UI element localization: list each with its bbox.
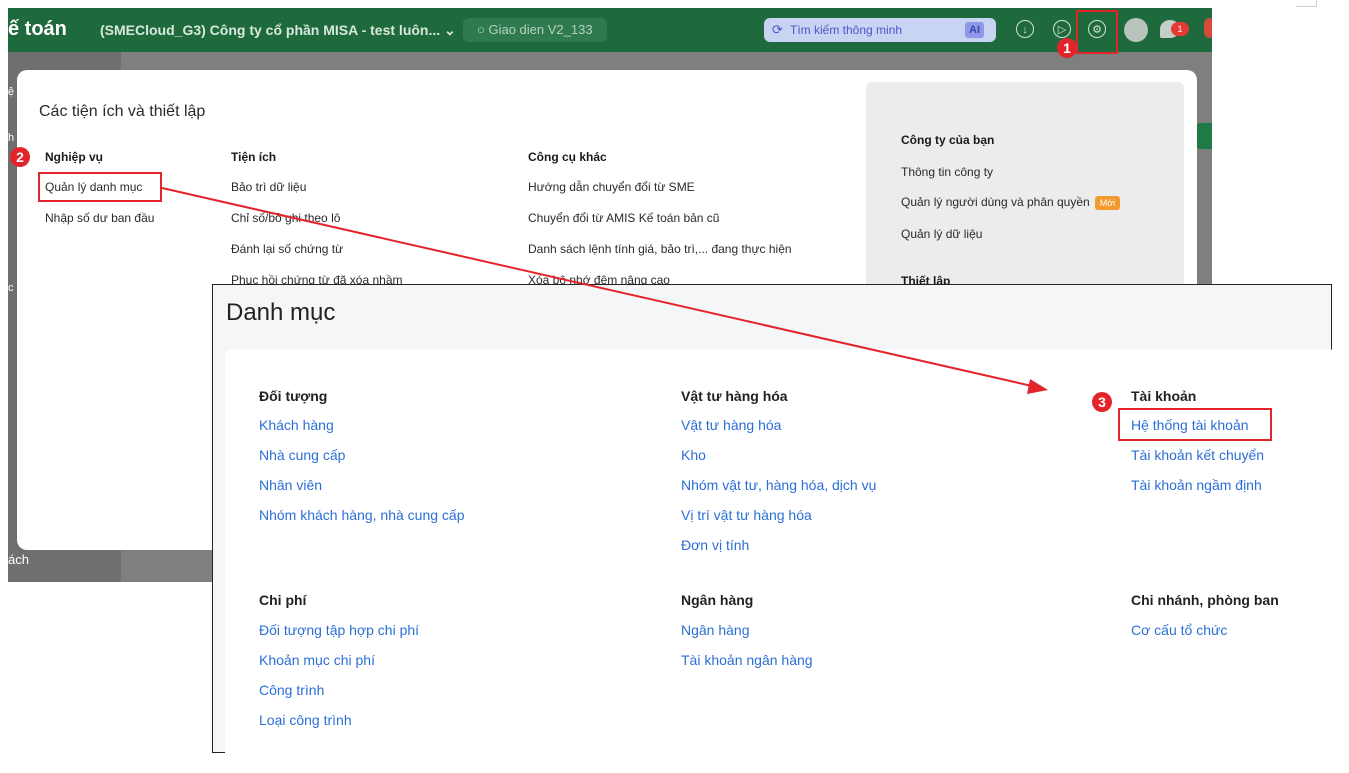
danh-muc-title: Danh mục: [226, 299, 336, 326]
gear-highlight-box: [1076, 10, 1118, 54]
new-badge: Mới: [1094, 195, 1121, 210]
sidebar-fragment: ệ: [8, 86, 15, 98]
modal-title: Các tiện ích và thiết lập: [39, 103, 206, 120]
kho-link[interactable]: Kho: [681, 447, 706, 463]
nghiep-vu-heading: Nghiệp vụ: [45, 150, 104, 164]
smart-search-box[interactable]: ⟳ Tìm kiếm thông minh AI: [764, 18, 996, 42]
download-icon[interactable]: ↓: [1016, 20, 1034, 38]
nhan-vien-link[interactable]: Nhân viên: [259, 477, 322, 493]
nhom-khach-hang-link[interactable]: Nhóm khách hàng, nhà cung cấp: [259, 507, 464, 523]
quan-ly-danh-muc-highlight-box: [38, 172, 162, 202]
thong-tin-cong-ty-link[interactable]: Thông tin công ty: [901, 165, 993, 179]
nha-cung-cap-link[interactable]: Nhà cung cấp: [259, 447, 345, 463]
green-action-button[interactable]: [1196, 123, 1212, 149]
vat-tu-hang-hoa-heading: Vật tư hàng hóa: [681, 388, 788, 404]
sidebar-fragment: ách: [8, 552, 29, 567]
sidebar-fragment: h: [8, 132, 15, 144]
avatar[interactable]: [1124, 18, 1148, 42]
search-placeholder: Tìm kiếm thông minh: [790, 23, 903, 37]
nhap-so-du-link[interactable]: Nhập số dư ban đầu: [45, 211, 154, 225]
bao-tri-du-lieu-link[interactable]: Bảo trì dữ liệu: [231, 180, 306, 194]
ngan-hang-heading: Ngân hàng: [681, 592, 754, 608]
co-cau-to-chuc-link[interactable]: Cơ cấu tổ chức: [1131, 622, 1227, 638]
bell-icon[interactable]: [1204, 18, 1212, 38]
chi-so-bo-ghi-link[interactable]: Chỉ số/bỏ ghi theo lô: [231, 211, 340, 225]
khach-hang-link[interactable]: Khách hàng: [259, 417, 334, 433]
tien-ich-heading: Tiện ích: [231, 150, 277, 164]
app-brand: ế toán: [8, 18, 67, 40]
doi-tuong-tap-hop-chi-phi-link[interactable]: Đối tượng tập hợp chi phí: [259, 622, 419, 638]
huong-dan-chuyen-doi-link[interactable]: Hướng dẫn chuyển đổi từ SME: [528, 180, 695, 194]
vat-tu-hang-hoa-link[interactable]: Vật tư hàng hóa: [681, 417, 781, 433]
nhom-vat-tu-link[interactable]: Nhóm vật tư, hàng hóa, dịch vụ: [681, 477, 876, 493]
chi-nhanh-phong-ban-heading: Chi nhánh, phòng ban: [1131, 592, 1279, 608]
quan-ly-du-lieu-link[interactable]: Quản lý dữ liệu: [901, 227, 982, 241]
tai-khoan-heading: Tài khoản: [1131, 388, 1197, 404]
ui-version-pill[interactable]: ○ Giao dien V2_133: [463, 18, 607, 42]
tai-khoan-ngam-dinh-link[interactable]: Tài khoản ngầm định: [1131, 477, 1262, 493]
danh-muc-panel: Danh mục Đối tượng Khách hàng Nhà cung c…: [212, 284, 1335, 759]
danh-sach-lenh-link[interactable]: Danh sách lệnh tính giá, bảo trì,... đan…: [528, 242, 792, 256]
don-vi-tinh-link[interactable]: Đơn vị tính: [681, 537, 749, 553]
he-thong-tai-khoan-highlight-box: [1118, 408, 1272, 441]
ai-badge[interactable]: AI: [965, 22, 984, 38]
page-corner-mark: [1296, 0, 1317, 7]
chi-phi-heading: Chi phí: [259, 592, 307, 608]
cong-trinh-link[interactable]: Công trình: [259, 682, 324, 698]
notification-count-badge: 1: [1171, 22, 1189, 36]
loai-cong-trinh-link[interactable]: Loại công trình: [259, 712, 352, 728]
vi-tri-vat-tu-link[interactable]: Vị trí vật tư hàng hóa: [681, 507, 812, 523]
step-3-marker: 3: [1092, 392, 1112, 412]
company-selector[interactable]: (SMECloud_G3) Công ty cổ phần MISA - tes…: [100, 22, 456, 39]
step-2-marker: 2: [10, 147, 30, 167]
ngan-hang-link[interactable]: Ngân hàng: [681, 622, 750, 638]
tai-khoan-ngan-hang-link[interactable]: Tài khoản ngân hàng: [681, 652, 813, 668]
step-1-marker: 1: [1057, 38, 1077, 58]
sparkle-search-icon: ⟳: [772, 22, 783, 37]
chuyen-doi-amis-link[interactable]: Chuyển đổi từ AMIS Kế toán bản cũ: [528, 211, 719, 225]
cong-cu-khac-heading: Công cụ khác: [528, 150, 607, 164]
cong-ty-heading: Công ty của bạn: [901, 133, 995, 147]
quan-ly-nguoi-dung-label: Quản lý người dùng và phân quyền: [901, 195, 1090, 209]
khoan-muc-chi-phi-link[interactable]: Khoản mục chi phí: [259, 652, 375, 668]
tai-khoan-ket-chuyen-link[interactable]: Tài khoản kết chuyển: [1131, 447, 1264, 463]
danh-lai-so-link[interactable]: Đánh lại số chứng từ: [231, 242, 343, 256]
quan-ly-nguoi-dung-link[interactable]: Quản lý người dùng và phân quyền Mới: [901, 195, 1121, 210]
sidebar-fragment: c: [8, 282, 14, 294]
play-video-icon[interactable]: ▷: [1053, 20, 1071, 38]
top-bar: ế toán (SMECloud_G3) Công ty cổ phần MIS…: [8, 8, 1212, 52]
doi-tuong-heading: Đối tượng: [259, 388, 328, 404]
